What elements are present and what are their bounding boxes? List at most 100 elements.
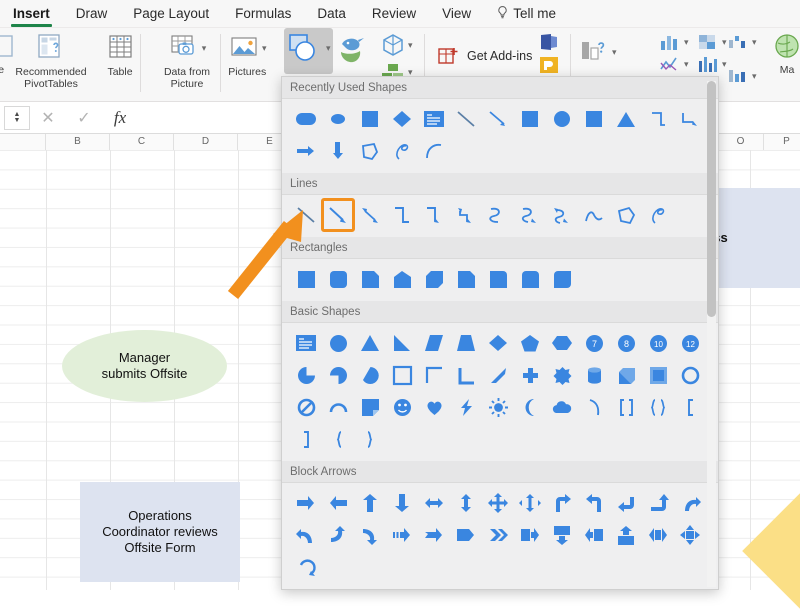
visio-addin-icon[interactable] [538,32,560,52]
tab-review[interactable]: Review [359,0,429,28]
shape-rectangle[interactable] [290,263,322,295]
shape-arc[interactable] [418,135,450,167]
ribbon-item-pictures[interactable]: ▾ Pictures [228,28,267,101]
flowchart-shape-manager-submits-offsite[interactable]: Manager submits Offsite [62,330,227,402]
shape-pie[interactable] [290,359,322,391]
shape-curved-up-arrow[interactable] [322,519,354,551]
shape-elbow-arrow-connector[interactable] [418,199,450,231]
shape-scribble[interactable] [642,199,674,231]
shape-right-arrow[interactable] [290,487,322,519]
ribbon-item-3d-models[interactable]: ▾ [380,32,413,58]
tab-view[interactable]: View [429,0,484,28]
shape-right-brace[interactable] [354,423,386,455]
ribbon-item-table[interactable]: Table [104,28,136,101]
shape-trapezoid[interactable] [450,327,482,359]
shape-elbow-connector[interactable] [386,199,418,231]
shape-rounded-rectangle[interactable] [290,103,322,135]
shape-pentagon-arrow[interactable] [450,519,482,551]
shape-curved-right-arrow[interactable] [674,487,706,519]
shape-curved-arrow-connector[interactable] [514,199,546,231]
shape-notched-right-arrow[interactable] [418,519,450,551]
shape-striped-right-arrow[interactable] [386,519,418,551]
shape-right-arrow-callout[interactable] [514,519,546,551]
chevron-down-icon[interactable]: ▾ [752,71,757,81]
shapes-gallery-dropdown[interactable]: Recently Used Shapes Lines Rectangles Ba… [281,76,719,590]
chevron-down-icon[interactable]: ▾ [612,47,617,57]
shape-heart[interactable] [418,391,450,423]
cancel-x-icon[interactable]: ✕ [30,108,66,128]
tab-data[interactable]: Data [304,0,359,28]
shape-right-arrow[interactable] [290,135,322,167]
shape-round-single-corner-rectangle[interactable] [482,263,514,295]
shape-freeform[interactable] [354,135,386,167]
shape-left-right-arrow[interactable] [418,487,450,519]
shape-line[interactable] [290,199,322,231]
ribbon-item-combo-chart[interactable]: ▾ [726,66,757,86]
chevron-down-icon[interactable]: ▾ [752,37,757,47]
ribbon-item-bar-chart[interactable]: ▾ [696,54,727,74]
shape-parallelogram[interactable] [418,327,450,359]
shape-right-bracket[interactable] [290,423,322,455]
shape-snip-single-corner-rectangle[interactable] [354,263,386,295]
ribbon-item-line-chart[interactable]: ▾ [658,54,689,74]
shape-left-right-arrow-callout[interactable] [642,519,674,551]
insert-function-icon[interactable]: fx [102,108,138,128]
shape-bevel[interactable] [642,359,674,391]
stepper-down-icon[interactable]: ▼ [14,117,21,124]
shape-oval[interactable] [322,103,354,135]
ribbon-item-get-add-ins[interactable]: Get Add-ins [436,36,532,68]
shape-text-box[interactable] [290,327,322,359]
shape-arc[interactable] [578,391,610,423]
column-header-d[interactable]: D [174,134,238,150]
shape-diamond[interactable] [482,327,514,359]
tab-tell-me[interactable]: Tell me [484,0,569,28]
shape-bent-arrow-up-right[interactable] [546,487,578,519]
shape-line-arrow[interactable] [482,103,514,135]
shape-curved-connector[interactable] [482,199,514,231]
shape-isosceles-triangle[interactable] [354,327,386,359]
shape-oval[interactable] [322,327,354,359]
ribbon-item-shapes[interactable]: ▾ [284,28,333,74]
shape-diamond[interactable] [386,103,418,135]
shape-bent-left-arrow[interactable] [610,487,642,519]
shape-line-arrow[interactable] [321,198,355,232]
shape-curved-down-arrow[interactable] [354,519,386,551]
name-box-stepper[interactable]: ▲ ▼ [4,105,30,130]
shape-no-symbol[interactable] [290,391,322,423]
shape-oval[interactable] [546,103,578,135]
tab-page-layout[interactable]: Page Layout [120,0,222,28]
ribbon-item-scatter-chart[interactable]: ▾ [726,32,757,52]
shape-elbow-double-arrow-connector[interactable] [450,199,482,231]
shape-down-arrow[interactable] [322,135,354,167]
shape-snip-and-round-single-corner-rectangle[interactable] [450,263,482,295]
shape-snip-same-side-corner-rectangle[interactable] [386,263,418,295]
shape-decagon[interactable]: 10 [642,327,674,359]
column-header-b[interactable]: B [46,134,110,150]
shape-cylinder[interactable] [578,359,610,391]
column-header-a[interactable] [0,134,46,150]
shape-smiley-face[interactable] [386,391,418,423]
shape-heptagon[interactable]: 7 [578,327,610,359]
chevron-down-icon[interactable]: ▾ [326,43,331,53]
ribbon-item-recommended-charts[interactable]: ▾ [578,28,617,67]
shape-elbow-arrow-connector[interactable] [674,103,706,135]
shape-right-triangle[interactable] [386,327,418,359]
shape-chord[interactable] [354,359,386,391]
ribbon-item-recommended-pivottables[interactable]: Recommended PivotTables [12,28,90,101]
shape-curved-double-arrow-connector[interactable] [546,199,578,231]
chevron-down-icon[interactable]: ▾ [684,37,689,47]
shape-frame[interactable] [386,359,418,391]
shape-left-arrow[interactable] [322,487,354,519]
shape-folded-corner[interactable] [354,391,386,423]
shape-round-diagonal-corner-rectangle[interactable] [546,263,578,295]
shape-snip-diagonal-corner-rectangle[interactable] [418,263,450,295]
column-header-p[interactable]: P [764,134,800,150]
shape-rectangle[interactable] [578,103,610,135]
shape-half-frame[interactable] [418,359,450,391]
shape-dodecagon[interactable]: 12 [674,327,706,359]
shape-moon[interactable] [514,391,546,423]
shape-scribble[interactable] [386,135,418,167]
flowchart-shape-operations-coordinator-reviews[interactable]: Operations Coordinator reviews Offsite F… [80,482,240,582]
shape-left-bracket[interactable] [674,391,706,423]
shape-double-brace[interactable] [642,391,674,423]
